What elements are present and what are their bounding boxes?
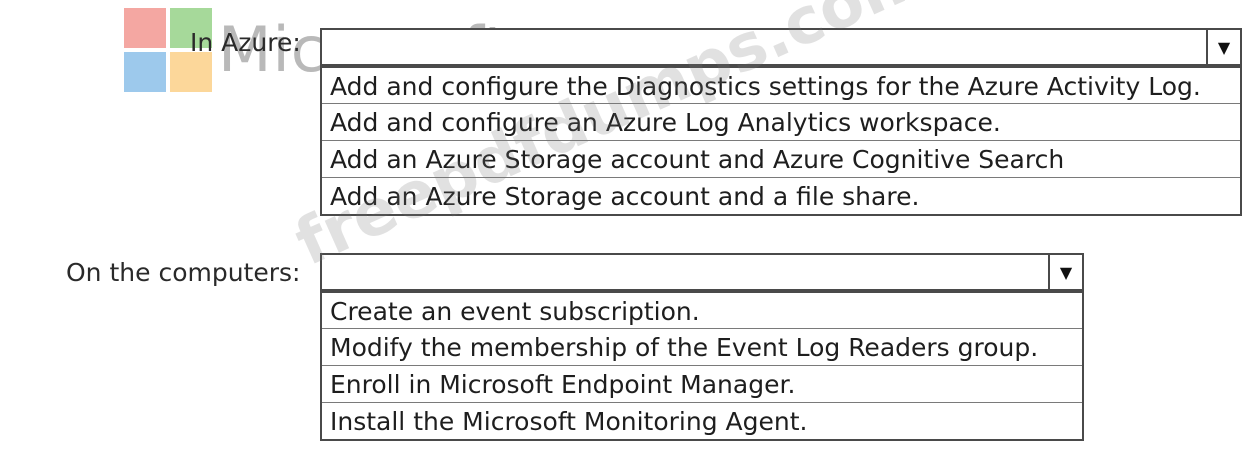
azure-option[interactable]: Add an Azure Storage account and a file … bbox=[322, 177, 1240, 214]
azure-label: In Azure: bbox=[190, 28, 301, 57]
computers-option[interactable]: Modify the membership of the Event Log R… bbox=[322, 328, 1082, 365]
azure-options-list: Add and configure the Diagnostics settin… bbox=[320, 66, 1242, 216]
logo-square-red bbox=[124, 8, 166, 48]
azure-option[interactable]: Add an Azure Storage account and Azure C… bbox=[322, 140, 1240, 177]
azure-option[interactable]: Add and configure an Azure Log Analytics… bbox=[322, 103, 1240, 140]
logo-square-blue bbox=[124, 52, 166, 92]
computers-option[interactable]: Install the Microsoft Monitoring Agent. bbox=[322, 402, 1082, 439]
azure-select-box[interactable]: ▼ bbox=[320, 28, 1242, 66]
chevron-down-icon[interactable]: ▼ bbox=[1206, 30, 1240, 64]
computers-options-list: Create an event subscription. Modify the… bbox=[320, 291, 1084, 441]
azure-option[interactable]: Add and configure the Diagnostics settin… bbox=[322, 66, 1240, 103]
computers-option[interactable]: Enroll in Microsoft Endpoint Manager. bbox=[322, 365, 1082, 402]
computers-dropdown[interactable]: ▼ Create an event subscription. Modify t… bbox=[320, 253, 1084, 441]
azure-dropdown[interactable]: ▼ Add and configure the Diagnostics sett… bbox=[320, 28, 1242, 216]
logo-square-yellow bbox=[170, 52, 212, 92]
chevron-down-icon[interactable]: ▼ bbox=[1048, 255, 1082, 289]
computers-label: On the computers: bbox=[66, 258, 301, 287]
computers-option[interactable]: Create an event subscription. bbox=[322, 291, 1082, 328]
computers-select-box[interactable]: ▼ bbox=[320, 253, 1084, 291]
